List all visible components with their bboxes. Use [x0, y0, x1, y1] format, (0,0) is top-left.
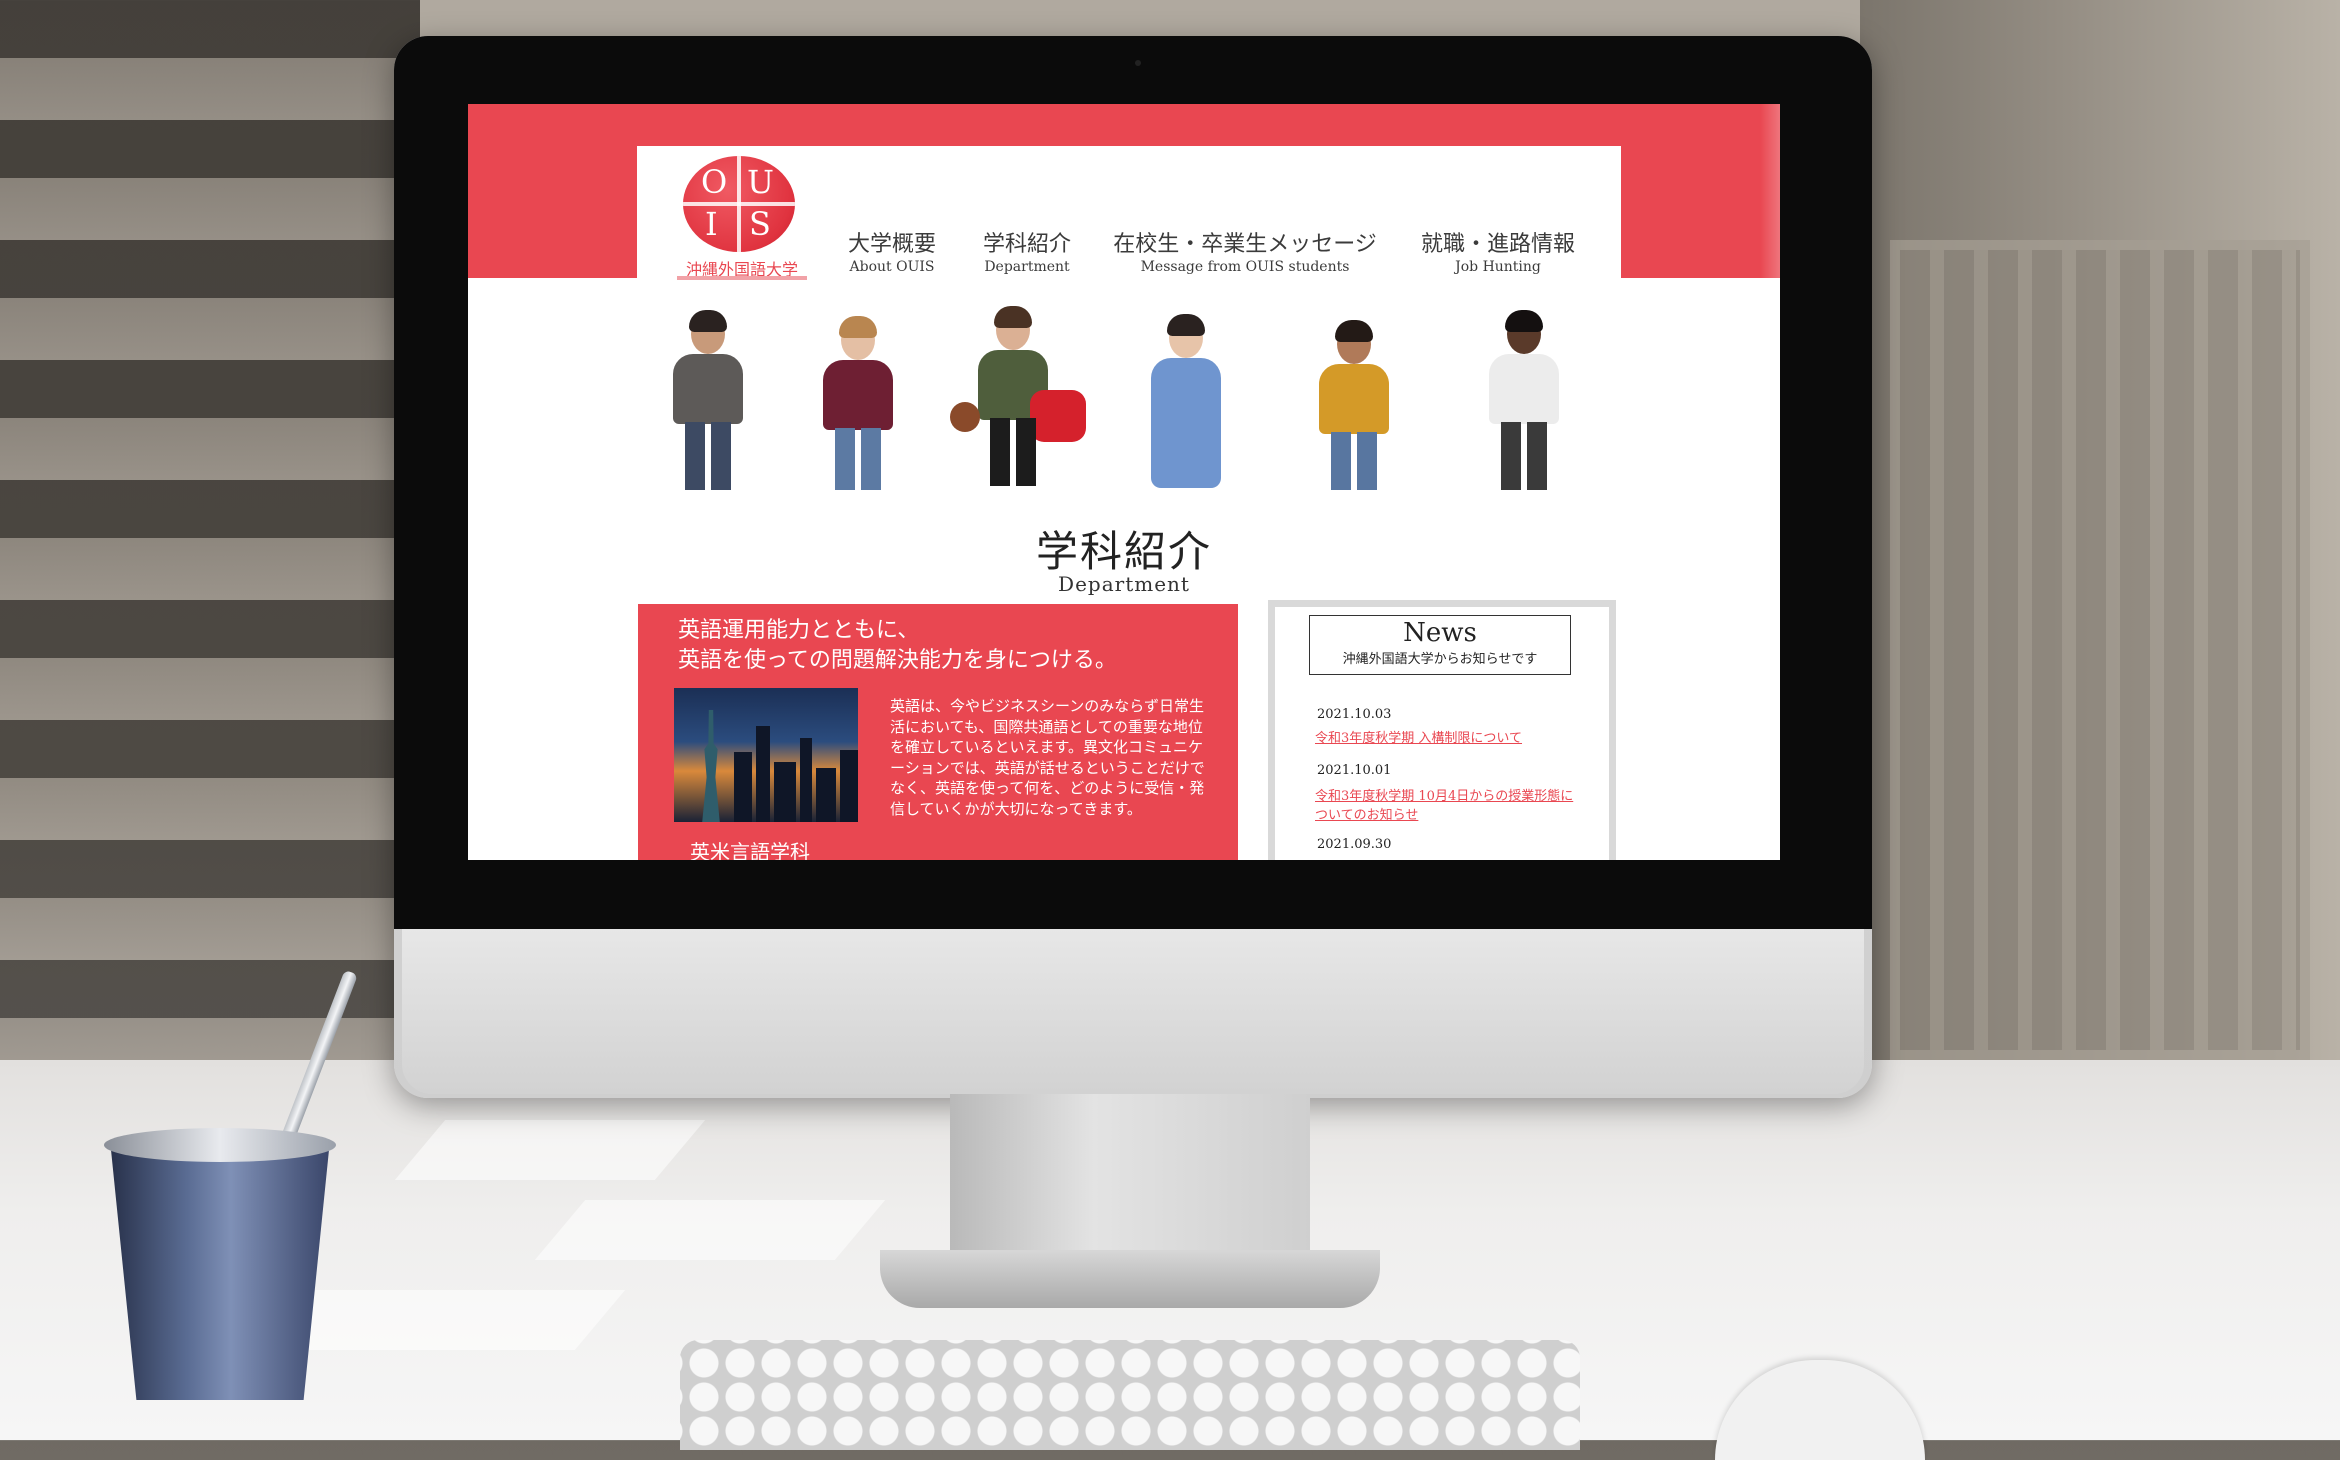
- student-photo: [1304, 320, 1404, 490]
- news-title: News: [1403, 618, 1477, 648]
- monitor-chin: [402, 929, 1864, 1094]
- department-card[interactable]: 英語運用能力とともに、 英語を使っての問題解決能力を身につける。 英語は、今やビ…: [638, 604, 1238, 860]
- logo-letter: S: [749, 205, 771, 243]
- nav-messages-label: 在校生・卒業生メッセージ: [1113, 232, 1377, 257]
- pen-cup-rim: [104, 1128, 336, 1162]
- news-date: 2021.09.30: [1317, 837, 1392, 852]
- keyboard: [680, 1340, 1580, 1450]
- student-photo: [1136, 314, 1236, 490]
- section-title: 学科紹介: [1035, 527, 1212, 576]
- news-panel-inner: News 沖縄外国語大学からお知らせです 2021.10.03 令和3年度秋学期…: [1275, 607, 1609, 860]
- news-link[interactable]: 令和3年度秋学期 10月4日からの授業形態についてのお知らせ: [1315, 787, 1585, 825]
- nav-about-sublabel: About OUIS: [849, 259, 935, 275]
- news-date: 2021.10.03: [1317, 707, 1392, 722]
- department-name[interactable]: 英米言語学科: [690, 836, 810, 860]
- department-description: 英語は、今やビジネスシーンのみならず日常生活においても、国際共通語としての重要な…: [890, 697, 1205, 818]
- monitor-stand: [950, 1094, 1310, 1269]
- new-york-skyline-image: [674, 688, 858, 822]
- screen-glare: [1760, 104, 1780, 374]
- news-panel: News 沖縄外国語大学からお知らせです 2021.10.03 令和3年度秋学期…: [1268, 600, 1616, 860]
- nav-job-label: 就職・進路情報: [1420, 232, 1575, 257]
- logo-letter: U: [747, 163, 774, 201]
- news-link[interactable]: 令和3年度秋学期 入構制限について: [1315, 729, 1585, 748]
- logo-letter: O: [701, 163, 728, 201]
- department-headline: 英語運用能力とともに、 英語を使っての問題解決能力を身につける。: [678, 616, 1117, 676]
- wall-molding: [1890, 240, 2310, 1060]
- light-streak: [534, 1200, 886, 1260]
- logo-underline: [677, 276, 807, 280]
- news-header: News 沖縄外国語大学からお知らせです: [1309, 615, 1571, 675]
- nav-department[interactable]: 学科紹介 Department: [971, 226, 1083, 275]
- nav-messages-sublabel: Message from OUIS students: [1140, 259, 1350, 275]
- university-logo[interactable]: O U I S: [683, 156, 795, 252]
- nav-about[interactable]: 大学概要 About OUIS: [837, 226, 947, 275]
- student-photo: [658, 310, 758, 490]
- students-photo-strip: [648, 306, 1608, 490]
- student-photo: [1474, 310, 1574, 490]
- light-streak: [394, 1120, 706, 1180]
- nav-messages[interactable]: 在校生・卒業生メッセージ Message from OUIS students: [1105, 226, 1385, 275]
- section-subtitle: Department: [1058, 572, 1190, 596]
- student-photo: [808, 316, 908, 490]
- pen-cup: [110, 1140, 330, 1400]
- nav-job-hunting[interactable]: 就職・進路情報 Job Hunting: [1413, 226, 1583, 275]
- news-description: 沖縄外国語大学からお知らせです: [1342, 652, 1538, 667]
- department-headline-line: 英語を使っての問題解決能力を身につける。: [678, 648, 1117, 673]
- site-header: O U I S 沖縄外国語大学 大学概要 About OUIS 学科紹介 Dep…: [637, 146, 1621, 306]
- nav-department-sublabel: Department: [984, 259, 1070, 275]
- department-headline-line: 英語運用能力とともに、: [678, 618, 920, 643]
- nav-department-label: 学科紹介: [982, 232, 1071, 257]
- webcam-dot: [1135, 60, 1141, 66]
- monitor-foot: [880, 1250, 1380, 1308]
- nav-job-sublabel: Job Hunting: [1455, 259, 1541, 275]
- news-date: 2021.10.01: [1317, 763, 1392, 778]
- logo-letter: I: [705, 205, 718, 243]
- website-screen: O U I S 沖縄外国語大学 大学概要 About OUIS 学科紹介 Dep…: [468, 104, 1780, 860]
- nav-about-label: 大学概要: [847, 232, 936, 257]
- window-blinds: [0, 0, 420, 1080]
- student-photo: [948, 306, 1086, 490]
